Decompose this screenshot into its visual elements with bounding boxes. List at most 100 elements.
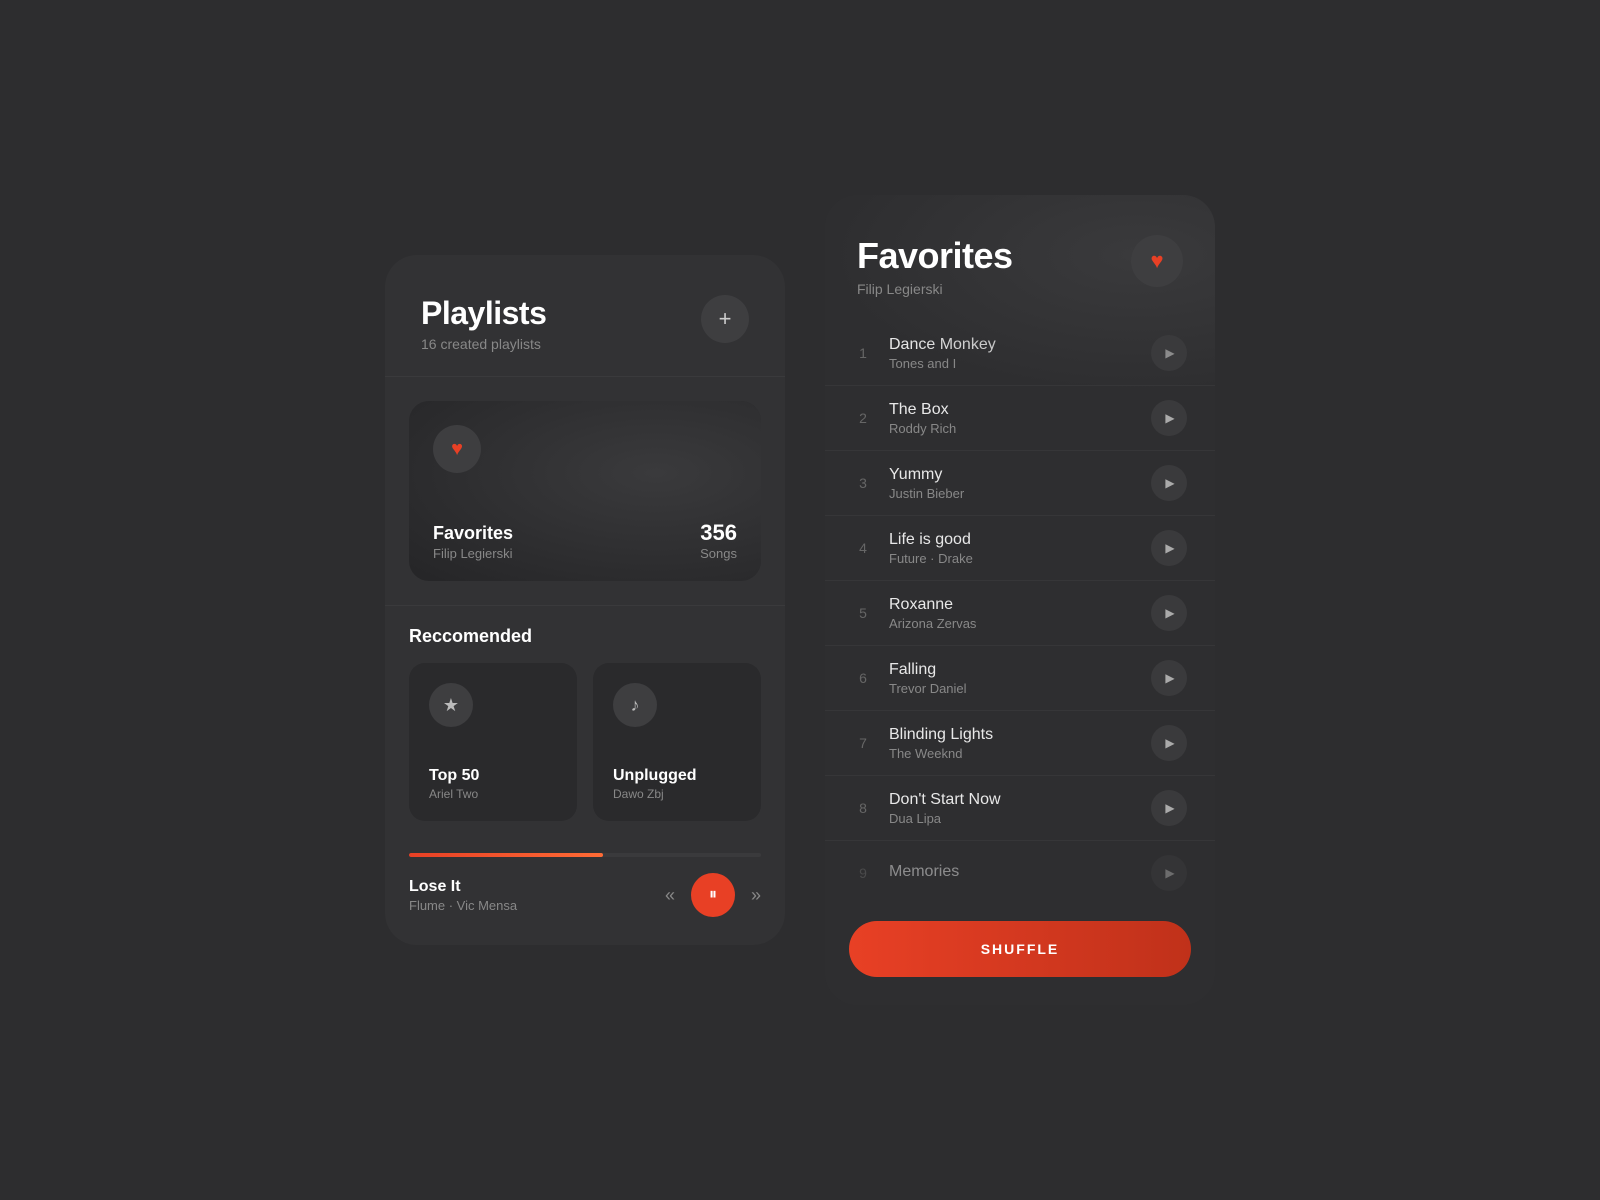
shuffle-button[interactable]: SHUFFLE <box>849 921 1191 977</box>
song-number: 5 <box>853 605 873 621</box>
fav-info: Favorites Filip Legierski <box>433 523 513 561</box>
song-item: 2 The Box Roddy Rich ▶ <box>825 386 1215 451</box>
play-triangle-icon: ▶ <box>1165 606 1174 620</box>
guitar-icon: ♪ <box>631 695 640 716</box>
song-artist: Arizona Zervas <box>889 616 1135 631</box>
song-number: 4 <box>853 540 873 556</box>
heart-circle: ♥ <box>433 425 481 473</box>
favorites-card[interactable]: ♥ Favorites Filip Legierski 356 Songs <box>409 401 761 581</box>
song-artist: Roddy Rich <box>889 421 1135 436</box>
song-name: Memories <box>889 863 1135 881</box>
playlists-subtitle: 16 created playlists <box>421 336 546 352</box>
song-name: Dance Monkey <box>889 336 1135 354</box>
favorites-section: ♥ Favorites Filip Legierski 356 Songs <box>385 377 785 606</box>
current-song-title: Lose It <box>409 878 517 896</box>
song-number: 6 <box>853 670 873 686</box>
player-bar: Lose It Flume · Vic Mensa « ⏸ » <box>385 857 785 945</box>
play-triangle-icon: ▶ <box>1165 801 1174 815</box>
song-details: Dance Monkey Tones and I <box>889 336 1135 371</box>
fav-count: 356 <box>700 520 737 546</box>
song-name: Don't Start Now <box>889 791 1135 809</box>
current-song-meta: Flume · Vic Mensa <box>409 898 517 913</box>
song-name: Yummy <box>889 466 1135 484</box>
rewind-button[interactable]: « <box>665 885 675 906</box>
song-name: Life is good <box>889 531 1135 549</box>
song-details: Yummy Justin Bieber <box>889 466 1135 501</box>
song-name: Blinding Lights <box>889 726 1135 744</box>
plus-icon: + <box>719 306 732 332</box>
song-details: Falling Trevor Daniel <box>889 661 1135 696</box>
song-artist: Tones and I <box>889 356 1135 371</box>
right-panel: Favorites Filip Legierski ♥ 1 Dance Monk… <box>825 195 1215 1005</box>
play-triangle-icon: ▶ <box>1165 736 1174 750</box>
right-header: Favorites Filip Legierski ♥ <box>825 195 1215 321</box>
song-number: 3 <box>853 475 873 491</box>
rec-name-1: Unplugged <box>613 767 741 785</box>
favorites-heart-icon: ♥ <box>1150 248 1163 274</box>
song-item: 6 Falling Trevor Daniel ▶ <box>825 646 1215 711</box>
star-icon: ★ <box>443 695 459 716</box>
fav-owner: Filip Legierski <box>433 546 513 561</box>
rec-card-info-1: Unplugged Dawo Zbj <box>613 767 741 801</box>
fav-name: Favorites <box>433 523 513 544</box>
play-triangle-icon: ▶ <box>1165 541 1174 555</box>
recommended-section: Reccomended ★ Top 50 Ariel Two ♪ Unplugg… <box>385 606 785 841</box>
progress-section[interactable] <box>385 841 785 857</box>
song-item: 9 Memories ▶ <box>825 841 1215 905</box>
player-controls: « ⏸ » <box>665 873 761 917</box>
recommended-heading: Reccomended <box>409 626 761 647</box>
play-triangle-icon: ▶ <box>1165 476 1174 490</box>
pause-button[interactable]: ⏸ <box>691 873 735 917</box>
song-item: 1 Dance Monkey Tones and I ▶ <box>825 321 1215 386</box>
play-triangle-icon: ▶ <box>1165 671 1174 685</box>
play-song-button[interactable]: ▶ <box>1151 465 1187 501</box>
forward-button[interactable]: » <box>751 885 761 906</box>
playlists-title: Playlists <box>421 295 546 332</box>
play-triangle-icon: ▶ <box>1165 411 1174 425</box>
song-item: 7 Blinding Lights The Weeknd ▶ <box>825 711 1215 776</box>
play-song-button[interactable]: ▶ <box>1151 790 1187 826</box>
player-info: Lose It Flume · Vic Mensa <box>409 878 517 913</box>
song-number: 9 <box>853 865 873 881</box>
play-song-button[interactable]: ▶ <box>1151 725 1187 761</box>
heart-icon: ♥ <box>451 438 463 461</box>
song-item: 8 Don't Start Now Dua Lipa ▶ <box>825 776 1215 841</box>
song-details: The Box Roddy Rich <box>889 401 1135 436</box>
right-header-title: Favorites Filip Legierski <box>857 235 1013 297</box>
fav-count-block: 356 Songs <box>700 520 737 561</box>
play-song-button[interactable]: ▶ <box>1151 335 1187 371</box>
favorites-heart-button[interactable]: ♥ <box>1131 235 1183 287</box>
play-song-button[interactable]: ▶ <box>1151 530 1187 566</box>
favorites-owner: Filip Legierski <box>857 281 1013 297</box>
songs-label: Songs <box>700 546 737 561</box>
play-song-button[interactable]: ▶ <box>1151 855 1187 891</box>
song-artist: Justin Bieber <box>889 486 1135 501</box>
left-header: Playlists 16 created playlists + <box>385 255 785 377</box>
song-number: 7 <box>853 735 873 751</box>
song-artist: The Weeknd <box>889 746 1135 761</box>
song-artist: Future · Drake <box>889 551 1135 566</box>
shuffle-section: SHUFFLE <box>825 905 1215 1005</box>
song-artist: Dua Lipa <box>889 811 1135 826</box>
song-name: Roxanne <box>889 596 1135 614</box>
song-details: Don't Start Now Dua Lipa <box>889 791 1135 826</box>
song-artist: Trevor Daniel <box>889 681 1135 696</box>
play-song-button[interactable]: ▶ <box>1151 595 1187 631</box>
left-header-title: Playlists 16 created playlists <box>421 295 546 352</box>
guitar-icon-circle: ♪ <box>613 683 657 727</box>
song-details: Blinding Lights The Weeknd <box>889 726 1135 761</box>
star-icon-circle: ★ <box>429 683 473 727</box>
play-song-button[interactable]: ▶ <box>1151 660 1187 696</box>
rec-owner-1: Dawo Zbj <box>613 787 741 801</box>
add-playlist-button[interactable]: + <box>701 295 749 343</box>
song-number: 8 <box>853 800 873 816</box>
play-triangle-icon: ▶ <box>1165 866 1174 880</box>
rec-card-unplugged[interactable]: ♪ Unplugged Dawo Zbj <box>593 663 761 821</box>
left-panel: Playlists 16 created playlists + ♥ Favor… <box>385 255 785 945</box>
song-item: 5 Roxanne Arizona Zervas ▶ <box>825 581 1215 646</box>
play-song-button[interactable]: ▶ <box>1151 400 1187 436</box>
song-item: 4 Life is good Future · Drake ▶ <box>825 516 1215 581</box>
rec-card-top50[interactable]: ★ Top 50 Ariel Two <box>409 663 577 821</box>
pause-icon: ⏸ <box>709 886 717 904</box>
song-details: Life is good Future · Drake <box>889 531 1135 566</box>
